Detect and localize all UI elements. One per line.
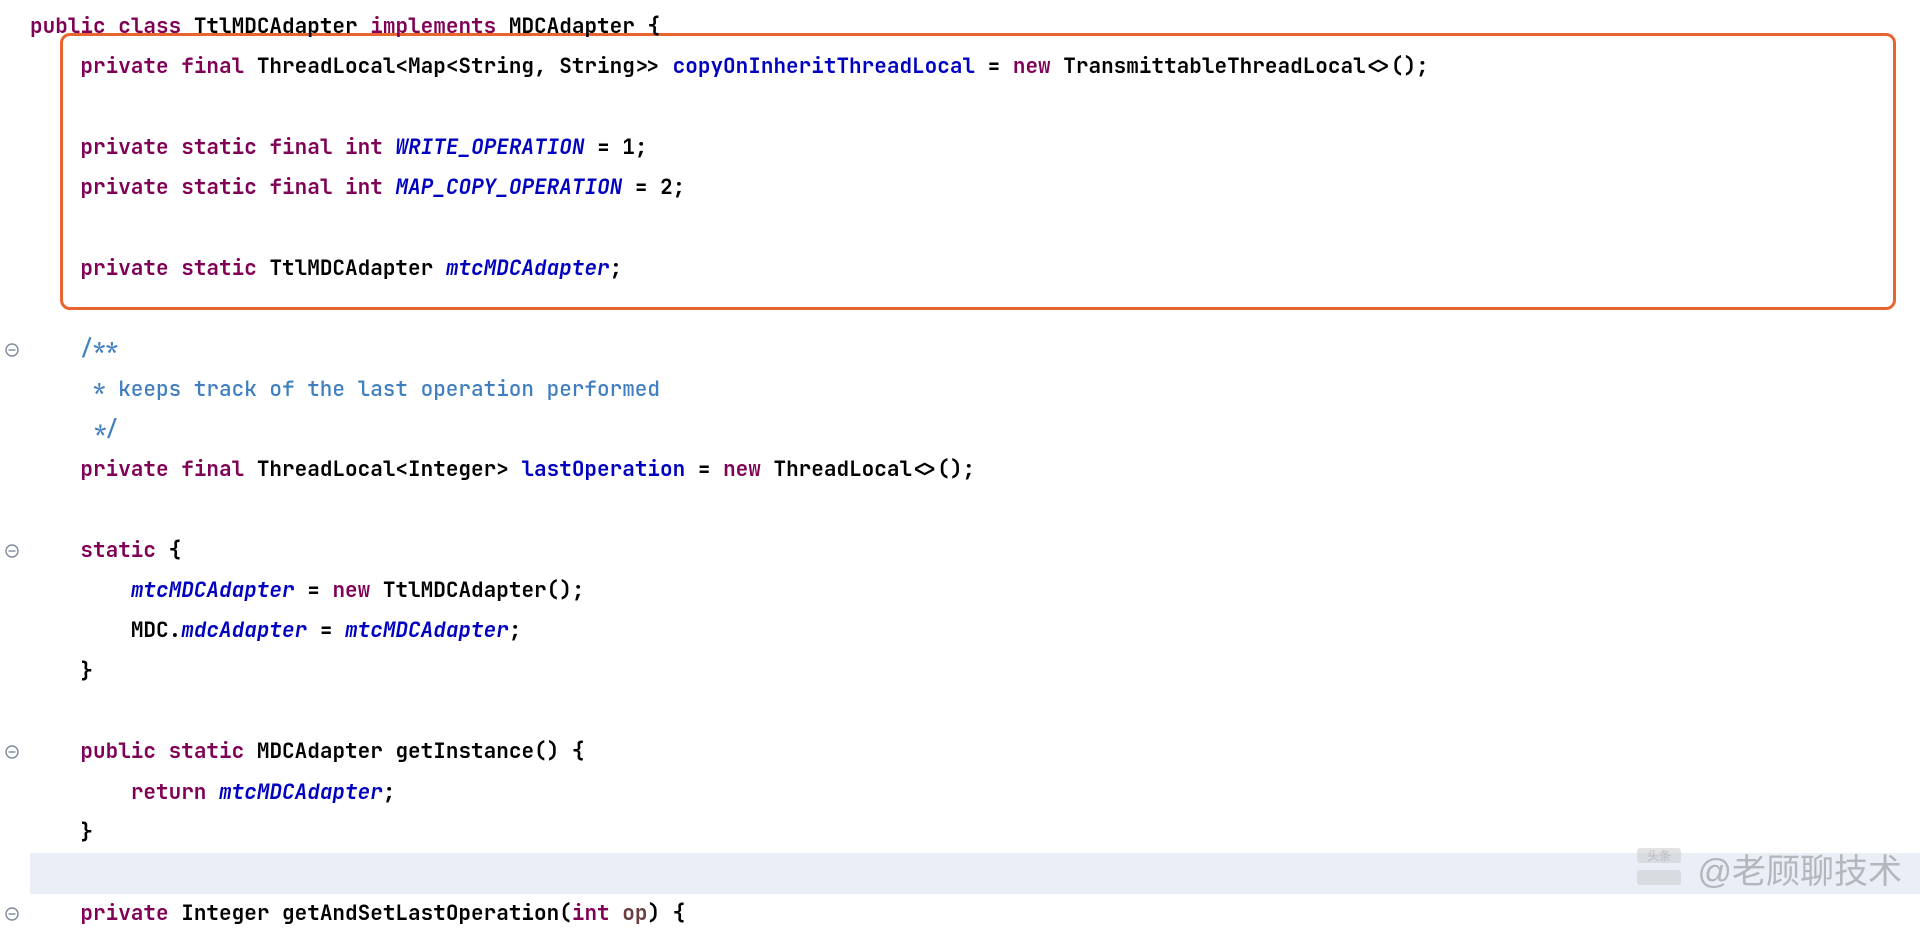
code-line[interactable]: * keeps track of the last operation perf… (30, 370, 1920, 410)
code-line[interactable]: mtcMDCAdapter = new TtlMDCAdapter(); (30, 571, 1920, 611)
fold-icon[interactable] (0, 732, 24, 772)
code-line[interactable]: private final ThreadLocal<Integer> lastO… (30, 450, 1920, 490)
code-line[interactable] (30, 289, 1920, 329)
code-line[interactable]: static { (30, 531, 1920, 571)
code-line[interactable]: */ (30, 410, 1920, 450)
code-line[interactable]: private static TtlMDCAdapter mtcMDCAdapt… (30, 249, 1920, 289)
code-line[interactable]: public class TtlMDCAdapter implements MD… (30, 7, 1920, 47)
fold-icon[interactable] (0, 531, 24, 571)
code-line[interactable]: MDC.mdcAdapter = mtcMDCAdapter; (30, 611, 1920, 651)
code-line[interactable]: return mtcMDCAdapter; (30, 773, 1920, 813)
code-editor[interactable]: public class TtlMDCAdapter implements MD… (24, 0, 1920, 910)
code-line[interactable] (30, 491, 1920, 531)
editor-gutter (0, 0, 24, 910)
code-line[interactable] (30, 88, 1920, 128)
code-line[interactable] (30, 208, 1920, 248)
code-line[interactable]: public static MDCAdapter getInstance() { (30, 732, 1920, 772)
code-line[interactable]: private final ThreadLocal<Map<String, St… (30, 47, 1920, 87)
code-line[interactable]: } (30, 813, 1920, 853)
code-line-current[interactable] (30, 853, 1920, 893)
code-line[interactable]: } (30, 652, 1920, 692)
fold-icon[interactable] (0, 894, 24, 934)
code-line[interactable]: /** (30, 329, 1920, 369)
code-line[interactable]: private static final int WRITE_OPERATION… (30, 128, 1920, 168)
code-line[interactable]: private Integer getAndSetLastOperation(i… (30, 894, 1920, 934)
fold-icon[interactable] (0, 329, 24, 369)
code-line[interactable] (30, 692, 1920, 732)
code-line[interactable]: private static final int MAP_COPY_OPERAT… (30, 168, 1920, 208)
